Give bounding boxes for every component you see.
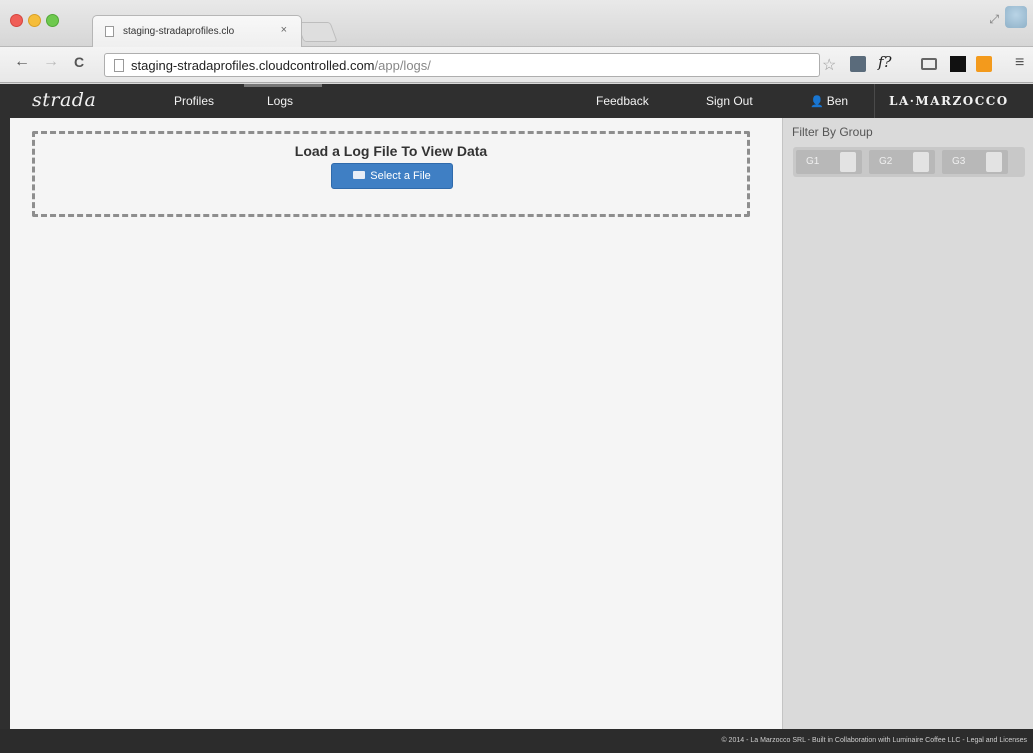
footer: © 2014 - La Marzocco SRL - Built in Coll… <box>0 729 1033 753</box>
active-tab-indicator <box>244 84 322 87</box>
filter-title: Filter By Group <box>792 125 873 139</box>
back-icon[interactable]: ← <box>14 53 30 71</box>
drop-zone-title: Load a Log File To View Data <box>294 143 488 159</box>
close-window-button[interactable] <box>10 14 23 27</box>
group-label: G1 <box>806 156 820 167</box>
group-label: G3 <box>952 156 966 167</box>
formula-extension-icon[interactable]: f? <box>878 53 892 71</box>
window-left-edge <box>0 118 10 729</box>
browser-tab[interactable]: staging-stradaprofiles.clo × <box>92 15 302 47</box>
la-marzocco-logo: LA·MARZOCCO <box>874 84 1033 118</box>
tab-title: staging-stradaprofiles.clo <box>123 26 235 37</box>
page-icon <box>105 26 114 37</box>
orange-extension-icon[interactable] <box>976 56 992 72</box>
profile-icon[interactable] <box>1005 6 1027 28</box>
nav-profiles[interactable]: Profiles <box>174 94 214 108</box>
new-tab-button[interactable] <box>296 22 338 42</box>
bookmark-star-icon[interactable]: ☆ <box>822 55 836 75</box>
folder-open-icon <box>353 171 366 179</box>
page-icon <box>114 59 124 72</box>
fullscreen-icon[interactable]: ⤢ <box>989 12 999 27</box>
brand-logo[interactable]: strada <box>32 89 96 111</box>
group-label: G2 <box>879 156 893 167</box>
main-content: Load a Log File To View Data Select a Fi… <box>10 118 782 729</box>
filter-sidebar: Filter By Group G1 G2 G3 <box>782 118 1033 729</box>
app-navbar: strada Profiles Logs Feedback Sign Out 👤… <box>0 84 1033 118</box>
browser-tab-bar: staging-stradaprofiles.clo × ⤢ <box>0 0 1033 47</box>
browser-toolbar: ← → C staging-stradaprofiles.cloudcontro… <box>0 47 1033 83</box>
black-square-extension-icon[interactable] <box>950 56 966 72</box>
nav-user[interactable]: 👤 Ben <box>810 94 848 108</box>
group-toggle-g1[interactable]: G1 <box>796 150 862 174</box>
nav-sign-out[interactable]: Sign Out <box>706 94 753 108</box>
group-toggle-g2[interactable]: G2 <box>869 150 935 174</box>
select-file-button[interactable]: Select a File <box>331 163 453 189</box>
select-file-label: Select a File <box>370 170 431 182</box>
zoom-window-button[interactable] <box>46 14 59 27</box>
toggle-switch[interactable] <box>986 152 1002 172</box>
group-toggle-g3[interactable]: G3 <box>942 150 1008 174</box>
nav-logs[interactable]: Logs <box>267 94 293 108</box>
reload-icon[interactable]: C <box>74 54 84 70</box>
menu-icon[interactable]: ≡ <box>1015 54 1024 72</box>
monitor-extension-icon[interactable] <box>850 56 866 72</box>
user-icon: 👤 <box>810 96 824 108</box>
url-path: /app/logs/ <box>374 58 431 73</box>
tab-close-icon[interactable]: × <box>281 24 287 36</box>
toggle-switch[interactable] <box>913 152 929 172</box>
address-bar[interactable]: staging-stradaprofiles.cloudcontrolled.c… <box>104 53 820 77</box>
minimize-window-button[interactable] <box>28 14 41 27</box>
cast-extension-icon[interactable] <box>921 58 937 70</box>
file-drop-zone[interactable]: Load a Log File To View Data Select a Fi… <box>32 131 750 217</box>
user-name: Ben <box>826 94 849 108</box>
forward-icon[interactable]: → <box>43 53 59 71</box>
toggle-switch[interactable] <box>840 152 856 172</box>
nav-feedback[interactable]: Feedback <box>596 94 649 108</box>
group-filter: G1 G2 G3 <box>793 147 1025 177</box>
url-host: staging-stradaprofiles.cloudcontrolled.c… <box>131 58 375 73</box>
